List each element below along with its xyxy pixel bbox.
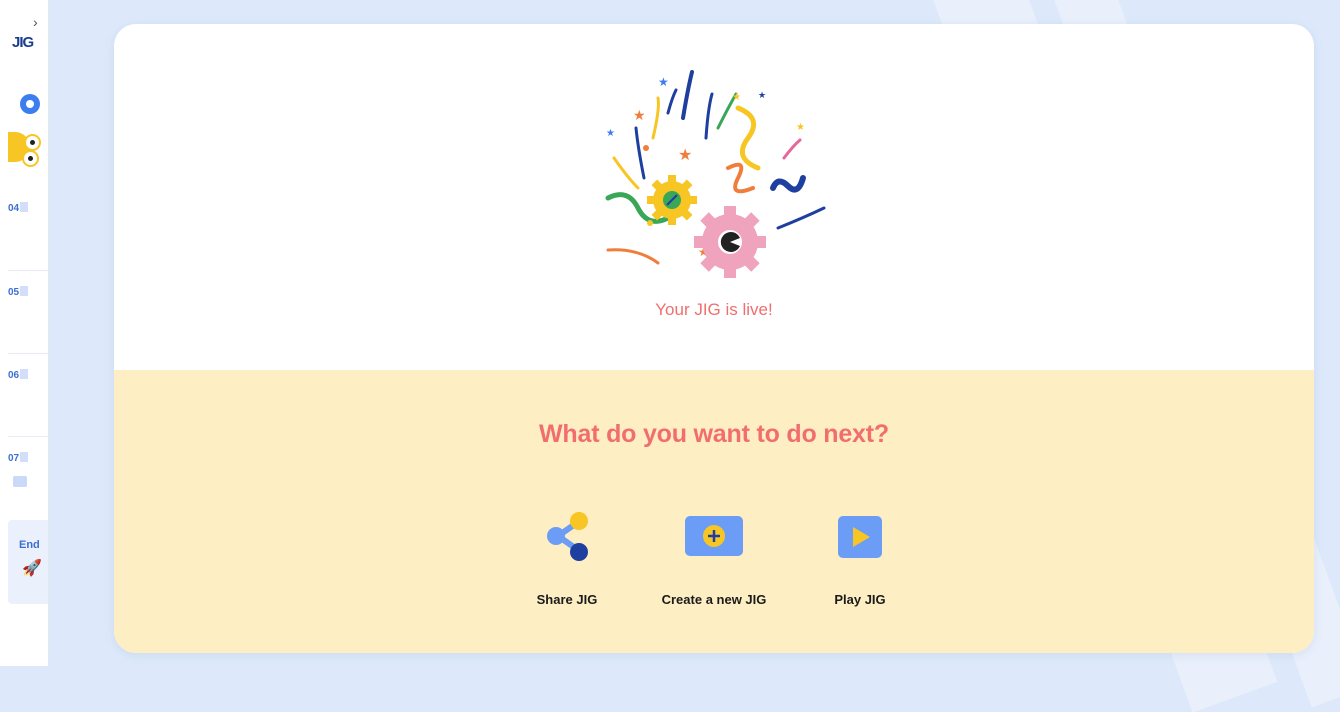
svg-text:★: ★: [606, 128, 615, 139]
next-steps-panel: What do you want to do next? Share JIG C…: [114, 370, 1314, 653]
plus-icon: [644, 512, 784, 572]
sidebar-slide-06[interactable]: 06: [8, 369, 48, 381]
publish-success-card: ★ ★ ★ ★ ★ ★ ★ ★ Your JIG is live! What d…: [114, 24, 1314, 653]
settings-gear-icon[interactable]: [20, 94, 40, 114]
confetti-gears-illustration: ★ ★ ★ ★ ★ ★ ★ ★: [605, 70, 826, 278]
svg-text:★: ★: [732, 92, 741, 103]
svg-text:★: ★: [758, 90, 766, 100]
divider: [8, 270, 48, 271]
svg-text:★: ★: [658, 75, 669, 89]
end-slide-label: End: [19, 539, 40, 551]
play-icon: [790, 512, 930, 572]
play-jig-label: Play JIG: [834, 592, 886, 607]
rocket-icon: 🚀: [22, 560, 42, 577]
svg-text:★: ★: [633, 107, 646, 123]
sidebar-slide-07[interactable]: 07: [8, 452, 48, 464]
jig-logo[interactable]: JIG: [12, 34, 34, 51]
next-steps-heading: What do you want to do next?: [539, 420, 889, 448]
share-jig-label: Share JIG: [536, 592, 598, 607]
share-icon: [497, 512, 637, 572]
mascot-icon: [8, 128, 44, 168]
celebration-section: ★ ★ ★ ★ ★ ★ ★ ★ Your JIG is live!: [114, 24, 1314, 370]
create-new-jig-label: Create a new JIG: [661, 592, 767, 607]
share-jig-button[interactable]: Share JIG: [497, 512, 637, 607]
divider: [8, 353, 48, 354]
svg-text:★: ★: [678, 147, 692, 164]
sidebar: › JIG 04 05 06 07 End 🚀: [0, 0, 49, 666]
sidebar-toggle-icon[interactable]: ›: [33, 14, 38, 30]
publish-status-message: Your JIG is live!: [655, 300, 773, 319]
sidebar-slide-04[interactable]: 04: [8, 202, 48, 214]
play-jig-button[interactable]: Play JIG: [790, 512, 930, 607]
svg-text:★: ★: [796, 122, 805, 133]
sidebar-slide-05[interactable]: 05: [8, 286, 48, 298]
video-thumbnail-icon: [13, 476, 27, 487]
create-new-jig-button[interactable]: Create a new JIG: [644, 512, 784, 607]
divider: [8, 436, 48, 437]
